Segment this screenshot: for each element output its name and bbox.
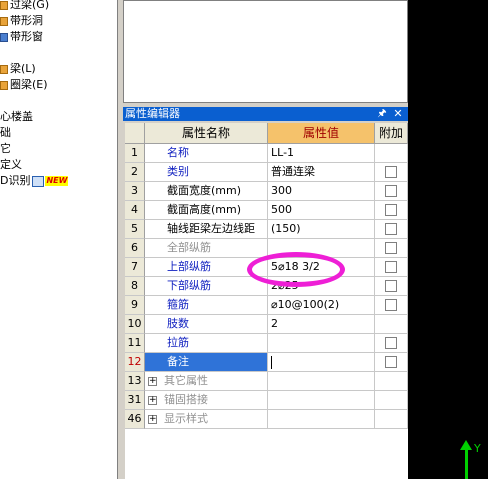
y-axis-arrow-icon — [460, 440, 472, 450]
close-icon[interactable]: ✕ — [392, 107, 404, 121]
group-row-anchorage-lap[interactable]: 31 + 锚固搭接 — [125, 391, 408, 410]
expand-plus-icon[interactable]: + — [148, 395, 157, 405]
table-row[interactable]: 11 拉筋 — [125, 334, 408, 353]
strip-window-icon — [0, 32, 8, 42]
header-property-value[interactable]: 属性值 — [268, 123, 375, 144]
expand-plus-icon[interactable]: + — [148, 414, 157, 424]
annotation-ellipse — [247, 252, 345, 287]
additional-checkbox[interactable] — [385, 299, 397, 311]
ring-beam-icon — [0, 80, 8, 90]
tree-item-cad-recognition[interactable]: D识别 NEW — [0, 173, 69, 189]
lintel-icon — [0, 0, 8, 10]
table-row[interactable]: 5 轴线距梁左边线距 (150) — [125, 220, 408, 239]
additional-checkbox[interactable] — [385, 280, 397, 292]
additional-checkbox[interactable] — [385, 185, 397, 197]
additional-checkbox[interactable] — [385, 166, 397, 178]
additional-checkbox[interactable] — [385, 242, 397, 254]
group-row-display-style[interactable]: 46 + 显示样式 — [125, 410, 408, 429]
grid-icon — [32, 175, 45, 187]
tree-item-lintel[interactable]: 过梁(G) — [0, 0, 49, 13]
table-row[interactable]: 3 截面宽度(mm) 300 — [125, 182, 408, 201]
pin-icon[interactable]: 🖈 — [376, 107, 388, 121]
group-row-other-properties[interactable]: 13 + 其它属性 — [125, 372, 408, 391]
property-grid: 属性名称 属性值 附加 1 名称 LL-1 2 类别 普通连梁 3 截面宽度(m… — [125, 123, 408, 479]
header-additional[interactable]: 附加 — [375, 123, 408, 144]
strip-opening-icon — [0, 16, 8, 26]
new-badge: NEW — [32, 175, 69, 187]
table-row[interactable]: 1 名称 LL-1 — [125, 144, 408, 163]
tree-item-ring-beam[interactable]: 圈梁(E) — [0, 77, 48, 93]
text-caret — [271, 355, 272, 369]
row-number-header — [125, 123, 145, 144]
tree-item-hollow-floor[interactable]: 心楼盖 — [0, 109, 33, 125]
table-row[interactable]: 4 截面高度(mm) 500 — [125, 201, 408, 220]
remark-input[interactable] — [268, 353, 375, 372]
property-editor-title: 属性编辑器 — [125, 107, 180, 120]
beam-icon — [0, 64, 8, 74]
additional-checkbox[interactable] — [385, 223, 397, 235]
additional-checkbox[interactable] — [385, 356, 397, 368]
property-editor: 属性编辑器 🖈 ✕ 属性名称 属性值 附加 1 名称 LL-1 2 类别 普通连… — [123, 107, 408, 479]
table-row[interactable]: 10 肢数 2 — [125, 315, 408, 334]
y-axis-line — [465, 447, 468, 479]
additional-checkbox[interactable] — [385, 337, 397, 349]
tree-item-strip-window[interactable]: 带形窗 — [0, 29, 43, 45]
component-tree: 过梁(G) 带形洞 带形窗 梁(L) 圈梁(E) 心楼盖 础 它 定义 D识别 … — [0, 0, 117, 479]
additional-checkbox[interactable] — [385, 261, 397, 273]
tree-item-foundation[interactable]: 础 — [0, 125, 11, 141]
tree-item-strip-opening[interactable]: 带形洞 — [0, 13, 43, 29]
property-editor-titlebar[interactable]: 属性编辑器 🖈 ✕ — [123, 107, 408, 121]
tree-item-other[interactable]: 它 — [0, 141, 11, 157]
additional-checkbox[interactable] — [385, 204, 397, 216]
table-row[interactable]: 9 箍筋 ⌀10@100(2) — [125, 296, 408, 315]
tree-item-beam[interactable]: 梁(L) — [0, 61, 36, 77]
component-list-panel — [123, 0, 408, 103]
table-row-selected[interactable]: 12 备注 — [125, 353, 408, 372]
y-axis-label: Y — [474, 442, 481, 455]
expand-plus-icon[interactable]: + — [148, 376, 157, 386]
tree-item-custom[interactable]: 定义 — [0, 157, 22, 173]
header-property-name[interactable]: 属性名称 — [145, 123, 268, 144]
table-row[interactable]: 2 类别 普通连梁 — [125, 163, 408, 182]
